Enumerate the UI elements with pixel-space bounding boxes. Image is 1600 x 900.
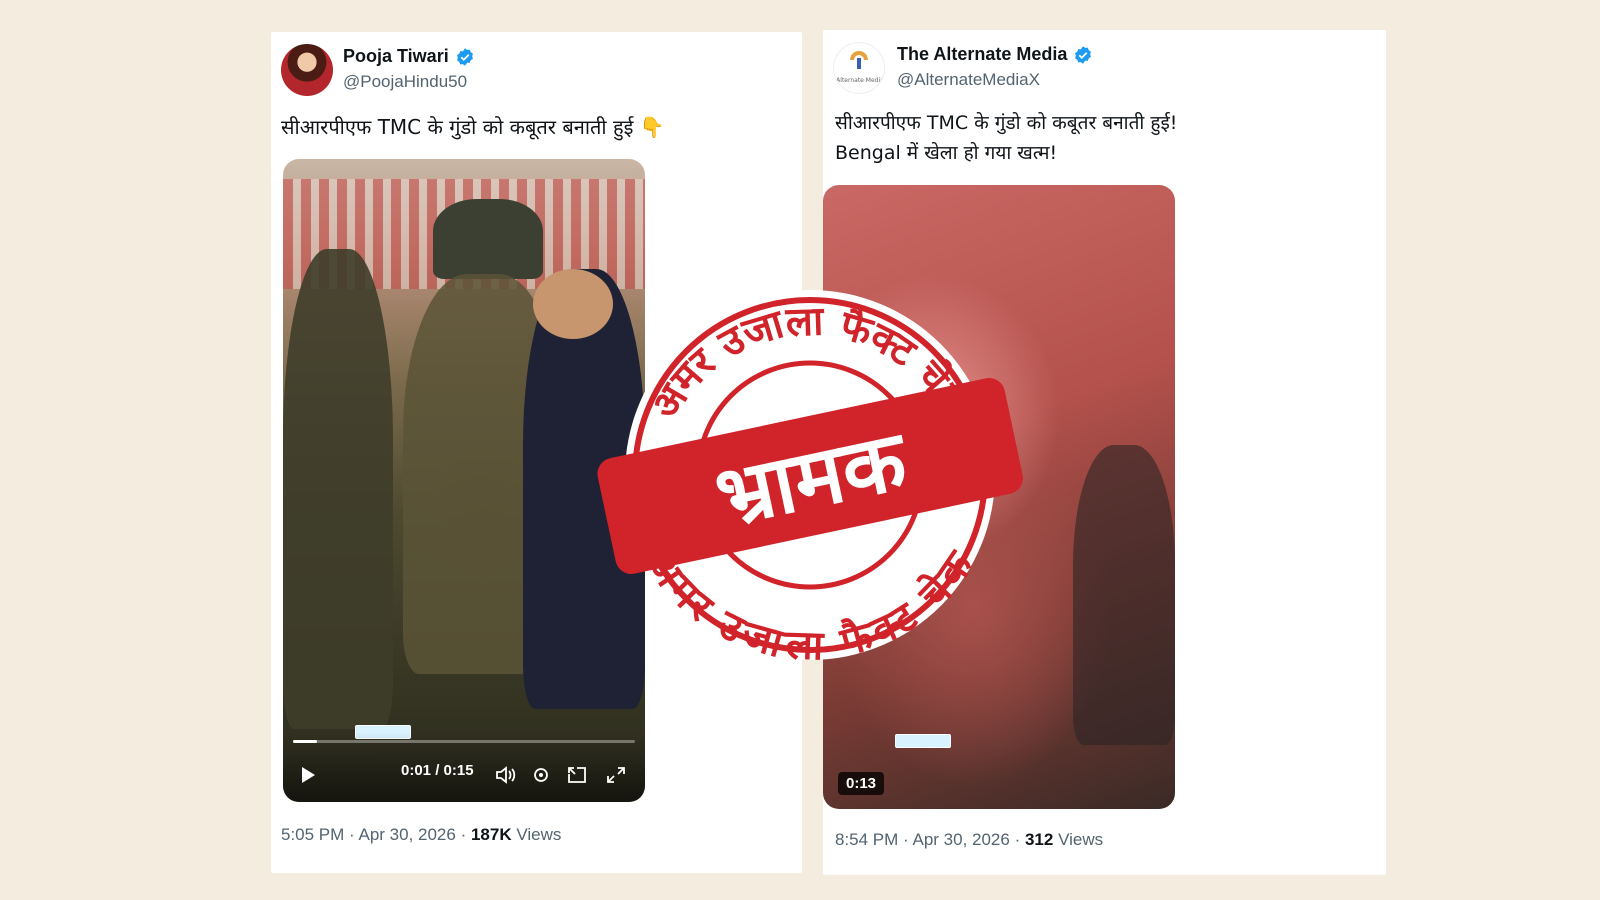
display-name[interactable]: Pooja Tiwari: [343, 46, 449, 67]
views-label: Views: [1058, 830, 1104, 849]
avatar[interactable]: Alternate Media: [833, 42, 885, 94]
tweet-meta[interactable]: 5:05 PM · Apr 30, 2026 · 187K Views: [281, 825, 561, 845]
tweet-text: सीआरपीएफ TMC के गुंडो को कबूतर बनाती हुई…: [281, 115, 665, 139]
soldier-shape: [283, 249, 393, 729]
avatar-logo-text: Alternate Media: [836, 77, 884, 84]
verified-badge-icon: [456, 47, 473, 66]
avatar[interactable]: [281, 44, 333, 96]
video-duration: 0:15: [443, 762, 474, 779]
video-controls: 0:01 / 0:15: [283, 732, 645, 802]
user-handle[interactable]: @PoojaHindu50: [343, 72, 467, 92]
video-current-time: 0:01: [401, 762, 432, 779]
tweet-time[interactable]: 8:54 PM: [835, 830, 898, 849]
view-count: 187K: [470, 825, 512, 844]
tweet-text-line: Bengal में खेला हो गया खत्म!: [835, 142, 1058, 164]
user-handle[interactable]: @AlternateMediaX: [897, 70, 1040, 90]
helmet-shape: [433, 199, 543, 279]
verified-badge-icon: [1075, 45, 1092, 64]
alternate-media-logo-icon: [850, 51, 868, 69]
tweet-time[interactable]: 5:05 PM: [281, 825, 344, 844]
video-duration-badge: 0:13: [838, 772, 885, 795]
play-icon[interactable]: [299, 766, 317, 784]
volume-icon[interactable]: [495, 766, 517, 784]
blurred-figure-shape: [1073, 445, 1175, 745]
video-progress-fill: [293, 740, 317, 743]
tweet-date[interactable]: Apr 30, 2026: [912, 830, 1009, 849]
settings-icon[interactable]: [532, 766, 550, 784]
pip-icon[interactable]: [567, 766, 587, 784]
tweet-text-line: सीआरपीएफ TMC के गुंडो को कबूतर बनाती हुई…: [835, 112, 1178, 134]
video-timecode: 0:01 / 0:15: [401, 762, 474, 779]
fullscreen-icon[interactable]: [606, 766, 626, 784]
video-watermark: [895, 734, 951, 748]
tweet-meta[interactable]: 8:54 PM · Apr 30, 2026 · 312 Views: [835, 830, 1103, 850]
view-count: 312: [1024, 830, 1054, 849]
views-label: Views: [516, 825, 562, 844]
tweet-date[interactable]: Apr 30, 2026: [358, 825, 455, 844]
video-progress-bar[interactable]: [293, 740, 635, 743]
display-name[interactable]: The Alternate Media: [897, 44, 1067, 65]
tweet-text: सीआरपीएफ TMC के गुंडो को कबूतर बनाती हुई…: [835, 108, 1365, 168]
fact-check-stamp: अमर उजाला फैक्ट चेक अमर उजाला फैक्ट चेक …: [597, 290, 1023, 669]
